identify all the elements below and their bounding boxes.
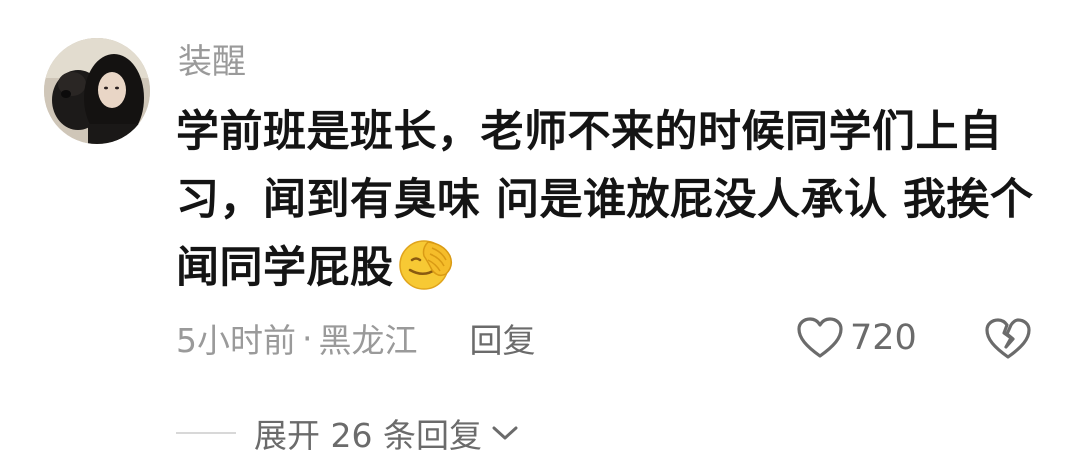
location: 黑龙江 — [318, 321, 418, 360]
comment-meta: 5小时前 · 黑龙江 回复 — [176, 314, 536, 362]
expand-replies-button[interactable]: 展开 26 条回复 — [176, 410, 520, 456]
comment-text: 学前班是班长，老师不来的时候同学们上自习，闻到有臭味 问是谁放屁没人承认 我挨个… — [176, 107, 1034, 293]
meta-separator: · — [302, 318, 313, 358]
avatar-image — [44, 38, 150, 144]
comment-item: 装醒 学前班是班长，老师不来的时候同学们上自习，闻到有臭味 问是谁放屁没人承认 … — [0, 0, 1080, 472]
reply-button[interactable]: 回复 — [470, 314, 536, 362]
divider-line — [176, 432, 236, 434]
heart-outline-icon — [797, 317, 843, 358]
comment-body: 学前班是班长，老师不来的时候同学们上自习，闻到有臭味 问是谁放屁没人承认 我挨个… — [176, 98, 1036, 302]
expand-replies-label: 展开 26 条回复 — [254, 416, 482, 455]
timestamp: 5小时前 — [176, 321, 296, 360]
broken-heart-icon — [985, 318, 1031, 359]
username[interactable]: 装醒 — [178, 40, 246, 84]
chevron-down-icon — [492, 426, 518, 440]
like-count: 720 — [850, 318, 917, 358]
like-button[interactable]: 720 — [796, 312, 917, 364]
avatar[interactable] — [44, 38, 150, 144]
dislike-button[interactable] — [984, 314, 1032, 362]
face-palm-emoji — [398, 236, 456, 292]
